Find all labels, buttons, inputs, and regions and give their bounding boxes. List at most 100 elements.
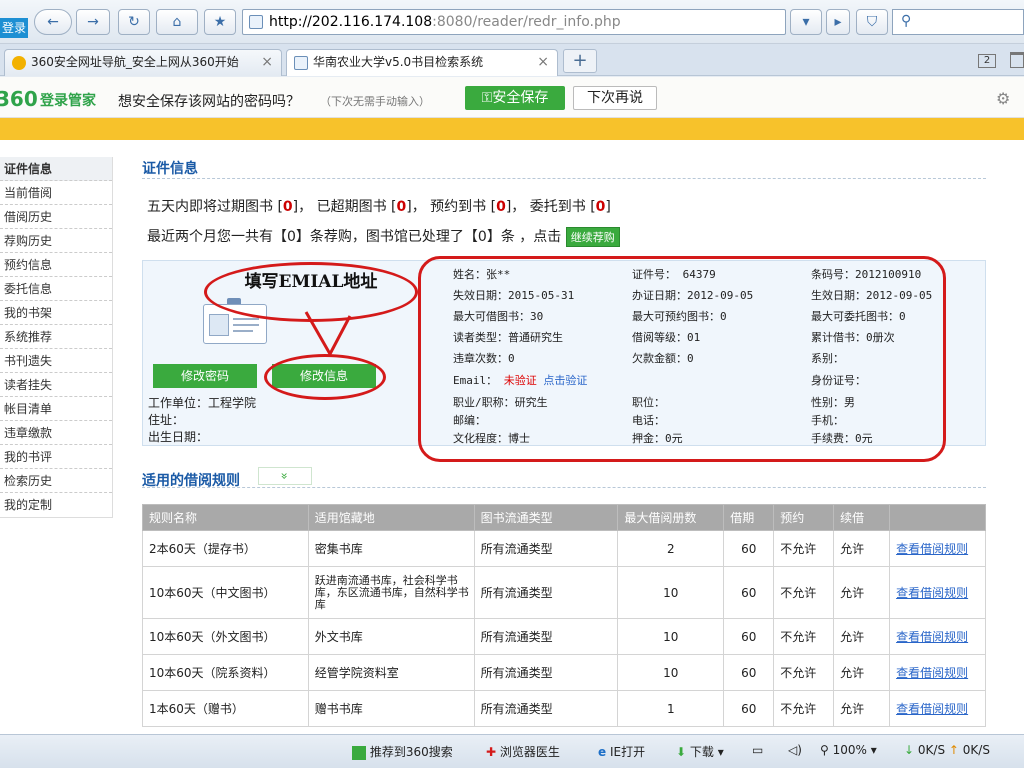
url-host: http://202.116.174.108 — [269, 14, 433, 30]
doctor-icon: ✚ — [486, 745, 497, 759]
zoom-control[interactable]: ⚲ 100% ▾ — [820, 743, 877, 757]
address-bar[interactable]: http://202.116.174.108:8080/reader/redr_… — [242, 9, 786, 35]
rule-type: 所有流通类型 — [473, 618, 619, 655]
360-icon — [12, 56, 26, 70]
page-icon — [294, 56, 308, 70]
rule-max: 10 — [617, 654, 725, 691]
col-rule-name: 规则名称 — [142, 504, 309, 531]
col-reserve: 预约 — [773, 504, 835, 531]
safe-save-button[interactable]: ⚿安全保存 — [465, 86, 565, 110]
debt: 欠款金额：0 — [632, 352, 694, 365]
email-label: Email： — [453, 374, 498, 387]
refresh-icon: ↻ — [128, 14, 140, 30]
trash-icon[interactable] — [1010, 52, 1024, 68]
rule-name: 10本60天（院系资料） — [142, 654, 309, 691]
download-icon: ⬇ — [676, 745, 687, 759]
view-rule-link[interactable]: 查看借阅规则 — [889, 530, 986, 567]
sidebar-item-fines[interactable]: 违章缴款 — [0, 421, 112, 445]
sidebar-item-custom[interactable]: 我的定制 — [0, 493, 112, 517]
home-button[interactable]: ⌂ — [156, 9, 198, 35]
reserved-arrived-count: 0 — [496, 199, 506, 215]
close-icon[interactable]: × — [537, 50, 549, 75]
effective-date: 生效日期：2012-09-05 — [811, 289, 933, 302]
sidebar-item-report-loss[interactable]: 读者挂失 — [0, 373, 112, 397]
save-password-hint: （下次无需手动输入） — [320, 95, 430, 108]
window-icon[interactable]: ▭ — [752, 743, 763, 757]
rule-reserve: 不允许 — [773, 690, 835, 727]
barcode: 条码号：2012100910 — [811, 268, 922, 281]
login-tab[interactable]: 登录 — [0, 18, 28, 38]
verify-email-link[interactable]: 点击验证 — [543, 374, 587, 387]
search-input[interactable]: ⚲ — [892, 9, 1024, 35]
back-button[interactable]: ← — [34, 9, 72, 35]
col-max-loans: 最大借阅册数 — [617, 504, 725, 531]
sidebar-item-reservations[interactable]: 预约信息 — [0, 253, 112, 277]
rule-reserve: 不允许 — [773, 530, 835, 567]
continue-recommend-button[interactable]: 继续荐购 — [565, 227, 620, 247]
ie-open-button[interactable]: e IE打开 — [598, 743, 645, 760]
close-icon[interactable]: × — [261, 50, 273, 75]
view-rule-link[interactable]: 查看借阅规则 — [889, 654, 986, 691]
view-rule-link[interactable]: 查看借阅规则 — [889, 690, 986, 727]
recommend-360-button[interactable]: 推荐到360搜索 — [352, 743, 453, 760]
tab-360-nav[interactable]: 360安全网址导航_安全上网从360开始 × — [4, 49, 282, 76]
rule-period: 60 — [723, 566, 775, 619]
volume-icon[interactable]: ◁) — [788, 743, 802, 757]
later-button[interactable]: 下次再说 — [573, 86, 657, 110]
expire-date: 失效日期：2015-05-31 — [453, 289, 575, 302]
double-chevron-down-icon: » — [278, 472, 292, 480]
view-rule-link[interactable]: 查看借阅规则 — [889, 618, 986, 655]
sidebar-item-system-recommend[interactable]: 系统推荐 — [0, 325, 112, 349]
download-button[interactable]: ⬇ 下载 ▾ — [676, 743, 724, 760]
sidebar-item-card-info[interactable]: 证件信息 — [0, 157, 112, 181]
reader-name: 姓名：张** — [453, 268, 511, 281]
browser-doctor-button[interactable]: ✚ 浏览器医生 — [486, 743, 560, 760]
sidebar-item-reviews[interactable]: 我的书评 — [0, 445, 112, 469]
play-icon: ▸ — [834, 14, 842, 30]
new-tab-button[interactable]: + — [563, 49, 597, 73]
issue-date: 办证日期：2012-09-05 — [632, 289, 754, 302]
forward-button[interactable]: → — [76, 9, 110, 35]
col-location: 适用馆藏地 — [307, 504, 475, 531]
go-button[interactable]: ▸ — [826, 9, 850, 35]
table-row: 10本60天（中文图书） 跃进南流通书库，社会科学书库，东区流通书库，自然科学书… — [142, 566, 986, 619]
sidebar-item-current-loans[interactable]: 当前借阅 — [0, 181, 112, 205]
sidebar-item-lost-books[interactable]: 书刊遗失 — [0, 349, 112, 373]
rules-toggle[interactable]: » — [258, 467, 312, 485]
sidebar-item-loan-history[interactable]: 借阅历史 — [0, 205, 112, 229]
sidebar-item-account[interactable]: 帐目清单 — [0, 397, 112, 421]
rule-reserve: 不允许 — [773, 654, 835, 691]
rule-max: 10 — [617, 566, 725, 619]
rule-period: 60 — [723, 530, 775, 567]
table-row: 2本60天（提存书） 密集书库 所有流通类型 2 60 不允许 允许 查看借阅规… — [142, 530, 986, 567]
zoom-level: 100% — [832, 743, 867, 757]
refresh-button[interactable]: ↻ — [118, 9, 150, 35]
sidebar: 证件信息 当前借阅 借阅历史 荐购历史 预约信息 委托信息 我的书架 系统推荐 … — [0, 157, 113, 518]
rule-period: 60 — [723, 654, 775, 691]
shield-button[interactable]: ⛉ — [856, 9, 888, 35]
max-reserve: 最大可预约图书：0 — [632, 310, 727, 323]
expiring-count: 0 — [282, 199, 293, 215]
dropdown-button[interactable]: ▾ — [790, 9, 822, 35]
sidebar-item-search-history[interactable]: 检索历史 — [0, 469, 112, 493]
mobile: 手机： — [811, 414, 844, 427]
tab-library[interactable]: 华南农业大学v5.0书目检索系统 × — [286, 49, 558, 76]
rules-table: 规则名称 适用馆藏地 图书流通类型 最大借阅册数 借期 预约 续借 2本60天（… — [142, 504, 986, 727]
sidebar-item-recommend-history[interactable]: 荐购历史 — [0, 229, 112, 253]
gear-icon[interactable]: ⚙ — [996, 89, 1010, 108]
card-info-title: 证件信息 — [142, 161, 198, 177]
doctor-label: 浏览器医生 — [499, 745, 560, 759]
phone: 电话： — [632, 414, 665, 427]
loan-status-notice: 五天内即将过期图书 [0]， 已超期图书 [0]， 预约到书 [0]， 委托到书… — [147, 196, 611, 216]
key-icon: ⚿ — [481, 90, 493, 106]
sidebar-item-entrust[interactable]: 委托信息 — [0, 277, 112, 301]
tab-count-icon[interactable]: 2 — [978, 54, 996, 68]
sidebar-item-bookshelf[interactable]: 我的书架 — [0, 301, 112, 325]
view-rule-link[interactable]: 查看借阅规则 — [889, 566, 986, 619]
page-icon — [249, 15, 263, 29]
favorite-button[interactable]: ★ — [204, 9, 236, 35]
home-icon: ⌂ — [172, 14, 182, 30]
callout-pointer — [304, 311, 352, 358]
education: 文化程度：博士 — [453, 432, 530, 445]
change-password-button[interactable]: 修改密码 — [153, 364, 257, 388]
